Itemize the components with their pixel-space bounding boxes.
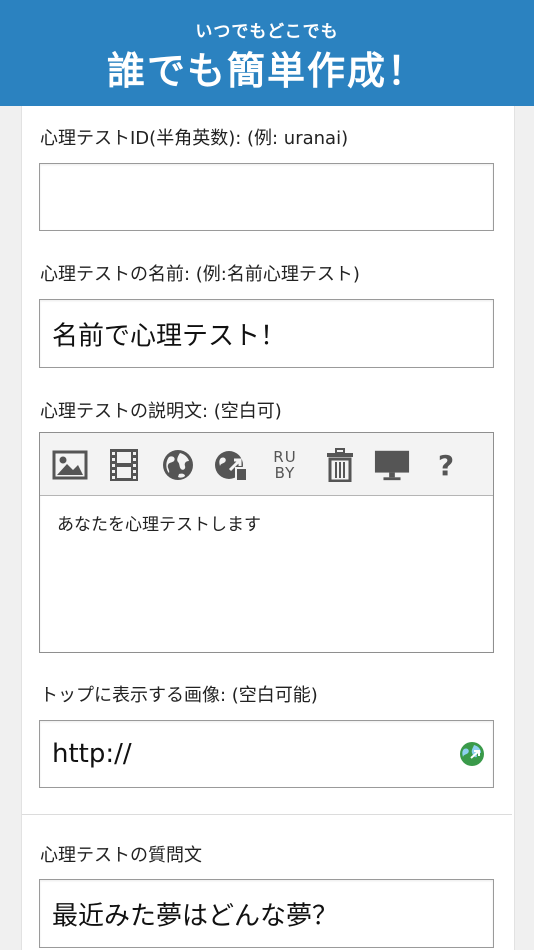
image-picker-icon[interactable] bbox=[459, 741, 485, 767]
test-name-input[interactable]: 名前で心理テスト！ bbox=[39, 299, 494, 368]
top-image-label: トップに表示する画像: (空白可能) bbox=[40, 685, 318, 706]
header-banner: いつでもどこでも 誰でも簡単作成！ bbox=[0, 0, 534, 106]
editor-toolbar: RU BY ? bbox=[40, 433, 493, 496]
banner-title: 誰でも簡単作成！ bbox=[106, 49, 427, 93]
top-image-input[interactable]: http:// bbox=[39, 720, 494, 788]
ruby-icon-bottom: BY bbox=[274, 464, 296, 482]
question-label: 心理テストの質問文 bbox=[40, 845, 202, 866]
description-editor[interactable]: RU BY ? あなたを心理テストします bbox=[39, 432, 494, 653]
test-id-input[interactable] bbox=[39, 163, 494, 231]
test-id-label: 心理テストID(半角英数): (例: uranai) bbox=[40, 128, 349, 149]
question-input[interactable]: 最近みた夢はどんな夢？ bbox=[39, 879, 494, 948]
banner-subtitle: いつでもどこでも bbox=[195, 22, 339, 42]
test-name-label: 心理テストの名前: (例:名前心理テスト) bbox=[40, 264, 360, 285]
test-name-value: 名前で心理テスト！ bbox=[52, 321, 287, 351]
section-divider bbox=[22, 814, 512, 815]
image-icon[interactable] bbox=[52, 447, 88, 483]
top-image-value: http:// bbox=[52, 739, 132, 769]
ruby-icon-top: RU bbox=[273, 448, 297, 466]
description-label: 心理テストの説明文: (空白可) bbox=[40, 401, 282, 422]
question-value: 最近みた夢はどんな夢？ bbox=[52, 901, 339, 931]
help-icon[interactable]: ? bbox=[428, 447, 464, 483]
film-icon[interactable] bbox=[106, 447, 142, 483]
globe-icon[interactable] bbox=[160, 447, 196, 483]
link-icon[interactable] bbox=[213, 447, 249, 483]
ruby-icon[interactable]: RU BY bbox=[267, 447, 303, 483]
monitor-icon[interactable] bbox=[374, 447, 410, 483]
description-text: あなたを心理テストします bbox=[57, 515, 261, 535]
trash-icon[interactable] bbox=[322, 447, 358, 483]
